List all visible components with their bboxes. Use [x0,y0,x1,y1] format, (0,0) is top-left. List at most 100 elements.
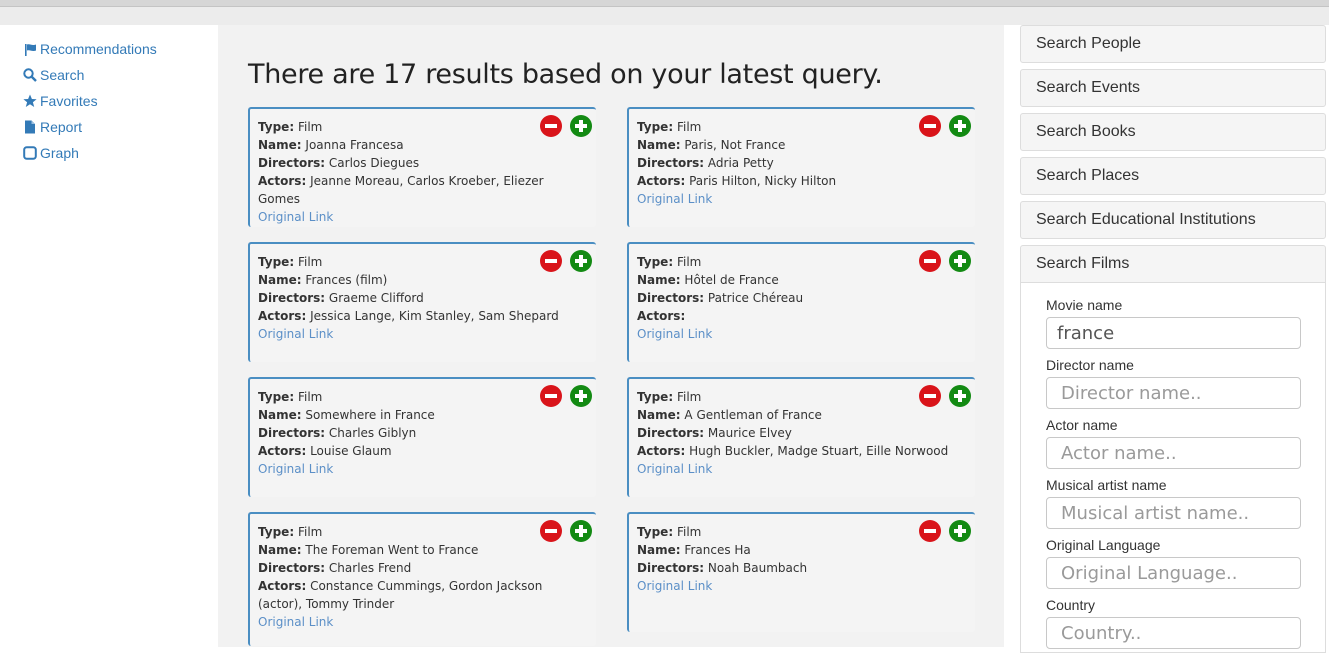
film-search-form: Movie name Director name Actor name Musi… [1020,283,1326,653]
original-link[interactable]: Original Link [637,579,712,593]
remove-button[interactable] [540,520,562,542]
result-card: Type: Film Name: Paris, Not France Directo… [627,107,975,227]
search-icon [22,67,38,83]
original-link[interactable]: Original Link [637,192,712,206]
type-label: Type: [258,390,295,404]
actors-label: Actors: [258,444,307,458]
file-icon [22,119,38,135]
panel-search-events[interactable]: Search Events [1020,69,1326,107]
card-actions [540,385,592,407]
panel-search-people[interactable]: Search People [1020,25,1326,63]
panel-search-places[interactable]: Search Places [1020,157,1326,195]
original-link[interactable]: Original Link [637,327,712,341]
original-language-label: Original Language [1046,537,1161,553]
directors-label: Directors: [258,156,326,170]
minus-icon [545,394,557,398]
card-type: Type: Film [637,253,967,271]
minus-icon [924,529,936,533]
panel-search-books[interactable]: Search Books [1020,113,1326,151]
type-value: Film [297,120,323,134]
card-type: Type: Film [637,118,967,136]
add-button[interactable] [570,250,592,272]
directors-value: Charles Frend [328,561,412,575]
country-input[interactable] [1046,617,1301,649]
add-button[interactable] [570,385,592,407]
result-card: Type: Film Name: A Gentleman of France Dir… [627,377,975,497]
star-icon [22,93,38,109]
actors-value: Paris Hilton, Nicky Hilton [689,174,837,188]
nav-item-recommendations[interactable]: Recommendations [22,36,212,62]
original-link[interactable]: Original Link [258,210,333,224]
name-value: Frances Ha [684,543,751,557]
name-label: Name: [637,543,681,557]
remove-button[interactable] [919,385,941,407]
name-value: Joanna Francesa [305,138,404,152]
nav-item-graph[interactable]: Graph [22,140,212,166]
remove-button[interactable] [919,115,941,137]
directors-value: Noah Baumbach [707,561,808,575]
add-button[interactable] [570,520,592,542]
add-button[interactable] [949,115,971,137]
remove-button[interactable] [919,250,941,272]
name-value: The Foreman Went to France [305,543,479,557]
add-button[interactable] [570,115,592,137]
actor-name-input[interactable] [1046,437,1301,469]
add-button[interactable] [949,385,971,407]
card-type: Type: Film [258,253,588,271]
type-label: Type: [258,120,295,134]
type-label: Type: [258,255,295,269]
musical-artist-name-input[interactable] [1046,497,1301,529]
plus-icon [954,120,966,132]
add-button[interactable] [949,520,971,542]
directors-value: Charles Giblyn [328,426,417,440]
name-value: Somewhere in France [305,408,435,422]
directors-label: Directors: [637,291,705,305]
card-directors: Directors: Charles Giblyn [258,424,588,442]
movie-name-input[interactable] [1046,317,1301,349]
search-sidebar: Search People Search Events Search Books… [1020,25,1326,653]
remove-button[interactable] [540,385,562,407]
flag-icon [22,41,38,57]
panel-search-films[interactable]: Search Films [1020,245,1326,283]
remove-button[interactable] [540,115,562,137]
name-label: Name: [637,273,681,287]
plus-icon [575,390,587,402]
panel-search-educational-institutions[interactable]: Search Educational Institutions [1020,201,1326,239]
add-button[interactable] [949,250,971,272]
plus-icon [575,120,587,132]
actors-value: Hugh Buckler, Madge Stuart, Eille Norwoo… [689,444,949,458]
type-value: Film [676,390,702,404]
card-type: Type: Film [258,523,588,541]
nav-item-report[interactable]: Report [22,114,212,140]
nav-item-favorites[interactable]: Favorites [22,88,212,114]
remove-button[interactable] [540,250,562,272]
plus-icon [954,525,966,537]
name-value: Hôtel de France [684,273,779,287]
remove-button[interactable] [919,520,941,542]
card-actions [919,250,971,272]
original-link[interactable]: Original Link [637,462,712,476]
original-link[interactable]: Original Link [258,462,333,476]
type-value: Film [676,120,702,134]
directors-label: Directors: [258,561,326,575]
director-name-input[interactable] [1046,377,1301,409]
directors-value: Graeme Clifford [328,291,424,305]
actors-value: Louise Glaum [310,444,392,458]
type-value: Film [297,255,323,269]
nav-item-search[interactable]: Search [22,62,212,88]
card-actors: Actors: Jessica Lange, Kim Stanley, Sam … [258,307,588,325]
card-actors: Actors: Jeanne Moreau, Carlos Kroeber, E… [258,172,588,208]
minus-icon [924,259,936,263]
type-label: Type: [637,390,674,404]
card-name: Name: Hôtel de France [637,271,967,289]
nav-label: Search [40,67,85,83]
browser-top-bar [0,0,1329,25]
original-link[interactable]: Original Link [258,615,333,629]
type-label: Type: [258,525,295,539]
musical-artist-name-label: Musical artist name [1046,477,1167,493]
original-language-input[interactable] [1046,557,1301,589]
actors-label: Actors: [637,174,686,188]
original-link[interactable]: Original Link [258,327,333,341]
directors-label: Directors: [258,291,326,305]
type-label: Type: [637,525,674,539]
